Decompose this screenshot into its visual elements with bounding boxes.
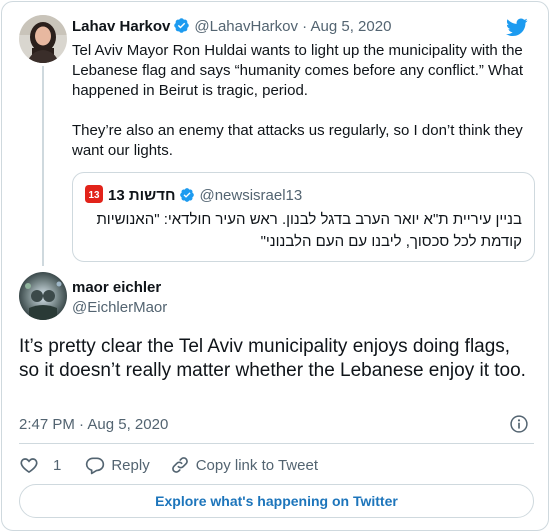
explore-twitter-button[interactable]: Explore what's happening on Twitter	[19, 484, 534, 518]
info-icon[interactable]	[509, 414, 529, 434]
quoted-author-handle: @newsisrael13	[199, 187, 303, 204]
reply-label: Reply	[111, 456, 150, 474]
like-count: 1	[53, 456, 62, 474]
reply-author-name[interactable]: maor eichler	[72, 278, 161, 298]
channel-13-logo-icon: 13	[85, 185, 103, 203]
tweet-embed-card: Lahav Harkov @LahavHarkov · Aug 5, 2020 T…	[1, 1, 549, 531]
verified-badge-icon	[180, 188, 195, 202]
like-button[interactable]: 1	[19, 455, 61, 475]
tweet-time[interactable]: 2:47 PM	[19, 416, 75, 433]
tweet-date[interactable]: Aug 5, 2020	[311, 18, 392, 35]
separator-dot: ·	[79, 416, 85, 433]
reply-button[interactable]: Reply	[85, 455, 150, 475]
divider	[19, 443, 534, 444]
quoted-tweet-text: בניין עיריית ת"א יואר הערב בדגל לבנון. ר…	[96, 211, 522, 250]
svg-text:13: 13	[89, 190, 100, 201]
reply-author-handle[interactable]: @EichlerMaor	[72, 298, 167, 318]
parent-tweet-text: Tel Aviv Mayor Ron Huldai wants to light…	[72, 41, 534, 161]
reply-timestamp[interactable]: 2:47 PM · Aug 5, 2020	[19, 415, 168, 435]
reply-bubble-icon	[86, 457, 105, 475]
separator-dot: ·	[302, 18, 308, 35]
quoted-tweet-header: 13 חדשות 13 @newsisrael13	[85, 185, 302, 206]
tweet-paragraph: They’re also an enemy that attacks us re…	[72, 122, 523, 159]
heart-icon	[20, 458, 38, 474]
tweet-actions: 1 Reply Copy link to Tweet	[19, 454, 338, 476]
copy-link-label: Copy link to Tweet	[195, 456, 318, 474]
author-name[interactable]: Lahav Harkov	[72, 18, 170, 35]
parent-tweet-header: Lahav Harkov @LahavHarkov · Aug 5, 2020	[72, 17, 391, 37]
twitter-bird-icon[interactable]	[505, 16, 529, 38]
thread-connector-line	[42, 66, 44, 266]
tweet-date[interactable]: Aug 5, 2020	[87, 416, 168, 433]
verified-badge-icon	[174, 18, 190, 33]
avatar[interactable]	[19, 15, 67, 63]
avatar[interactable]	[19, 272, 67, 320]
copy-link-button[interactable]: Copy link to Tweet	[170, 455, 318, 475]
author-handle[interactable]: @LahavHarkov	[194, 18, 298, 35]
tweet-paragraph: Tel Aviv Mayor Ron Huldai wants to light…	[72, 42, 524, 99]
quoted-tweet[interactable]: 13 חדשות 13 @newsisrael13 בניין עיריית ת"א…	[72, 172, 535, 262]
quoted-author-name: חדשות 13	[108, 187, 176, 204]
reply-tweet-text: It’s pretty clear the Tel Aviv municipal…	[19, 336, 526, 381]
link-icon	[171, 457, 188, 473]
